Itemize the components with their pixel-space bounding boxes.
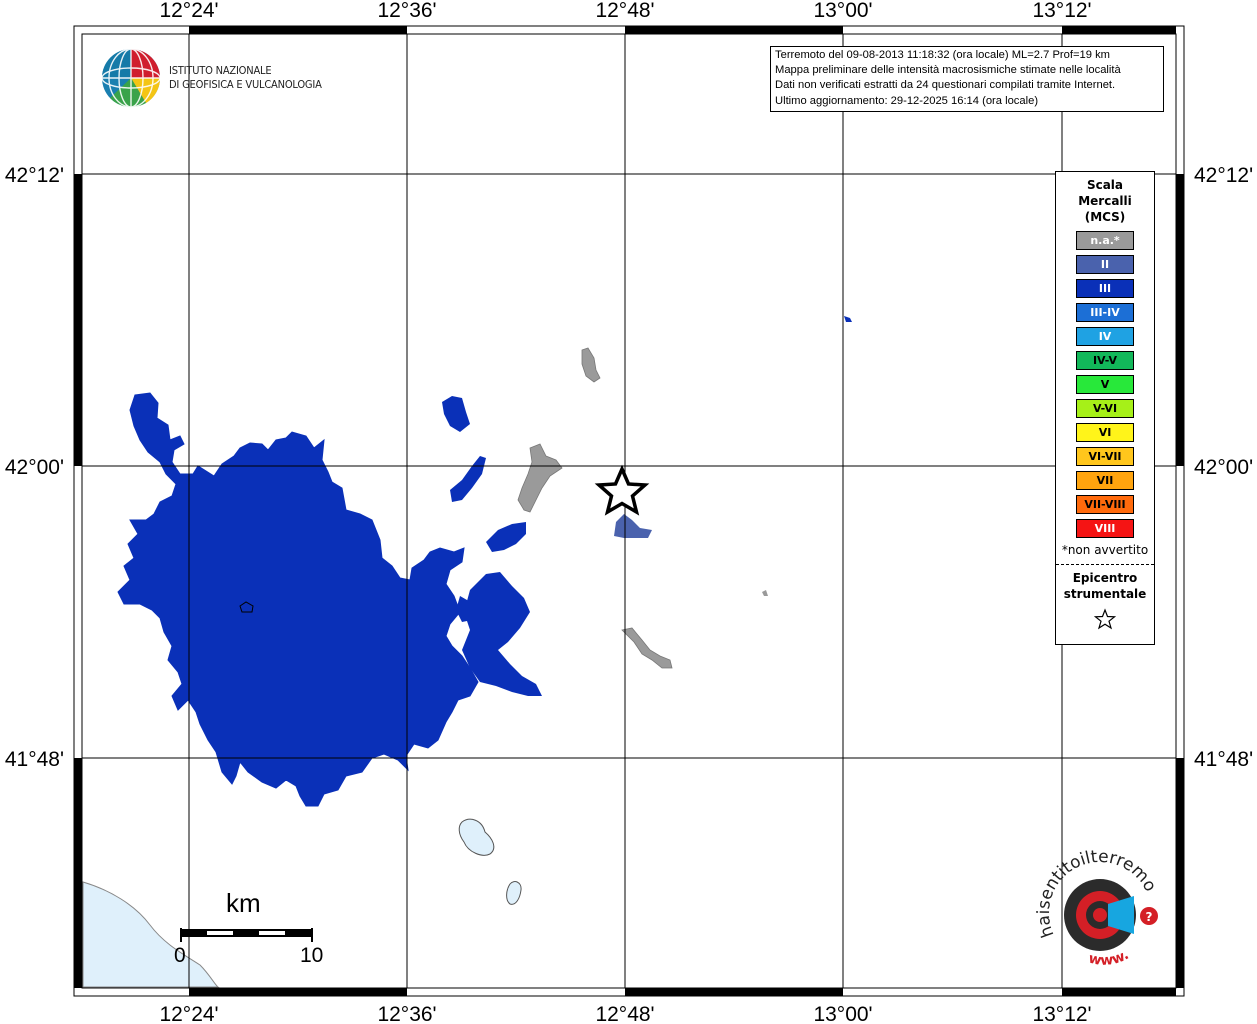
- lat-label-left-2: 42°00': [5, 456, 64, 479]
- event-info-box: Terremoto del 09-08-2013 11:18:32 (ora l…: [770, 46, 1164, 112]
- epicenter-star-icon: [594, 464, 650, 516]
- na-area-3: [621, 627, 673, 669]
- legend-item: III: [1076, 279, 1134, 298]
- scale-bar-end: 10: [300, 944, 324, 967]
- legend-item: VII-VIII: [1076, 495, 1134, 514]
- na-area-4: [762, 590, 768, 596]
- scale-bar: [180, 928, 313, 942]
- ingv-logo-text: ISTITUTO NAZIONALE DI GEOFISICA E VULCAN…: [169, 64, 322, 92]
- lat-labels-right: 42°12' 42°00' 41°48': [1194, 164, 1253, 771]
- lon-label-top-1: 12°24': [159, 0, 218, 22]
- logo-line-2: DI GEOFISICA E VULCANOLOGIA: [169, 78, 322, 91]
- legend-item: V: [1076, 375, 1134, 394]
- legend-title-line-3: (MCS): [1084, 210, 1126, 224]
- lon-label-bottom-1: 12°24': [159, 1003, 218, 1024]
- intensity-legend: Scala Mercalli (MCS) n.a.* II III III-IV IV I…: [1055, 171, 1155, 645]
- intensity-area-finger1: [442, 396, 470, 432]
- lake-2: [506, 881, 522, 905]
- lon-label-bottom-5: 13°12': [1032, 1003, 1091, 1024]
- lat-label-left-1: 42°12': [5, 164, 64, 187]
- legend-item: IV: [1076, 327, 1134, 346]
- lon-label-bottom-4: 13°00': [813, 1003, 872, 1024]
- legend-item: VI-VII: [1076, 447, 1134, 466]
- lon-label-top-3: 12°48': [595, 0, 654, 22]
- info-line-4: Ultimo aggiornamento: 29-12-2025 16:14 (…: [775, 94, 1039, 107]
- lat-labels-left: 42°12' 42°00' 41°48': [5, 164, 64, 771]
- legend-items: n.a.* II III III-IV IV IV-V V V-VI VI VI-VII VII VI…: [1056, 231, 1154, 538]
- legend-item: VI: [1076, 423, 1134, 442]
- info-line-1: Terremoto del 09-08-2013 11:18:32 (ora l…: [775, 49, 1110, 61]
- lon-label-top-2: 12°36': [377, 0, 436, 22]
- legend-epicenter-line-2: strumentale: [1063, 587, 1147, 601]
- lat-label-right-2: 42°00': [1194, 456, 1253, 479]
- info-line-2: Mappa preliminare delle intensità macros…: [775, 64, 1121, 77]
- legend-item: n.a.*: [1076, 231, 1134, 250]
- lon-label-top-5: 13°12': [1032, 0, 1091, 22]
- intensity-area-ii: [614, 514, 652, 538]
- legend-item: V-VI: [1076, 399, 1134, 418]
- haisentito-badge-icon: ? haisentitoilterremoto.it www.: [0, 0, 1160, 969]
- legend-star-icon: [1056, 608, 1154, 634]
- info-line-3: Dati non verificati estratti da 24 quest…: [775, 79, 1116, 92]
- lon-labels-top: 12°24' 12°36' 12°48' 13°00' 13°12': [159, 0, 1091, 22]
- lon-labels-bottom: 12°24' 12°36' 12°48' 13°00' 13°12': [159, 1003, 1091, 1024]
- intensity-area-small: [844, 316, 852, 322]
- lake-1: [458, 818, 495, 856]
- na-area-2: [517, 443, 563, 513]
- ingv-logo-icon: [101, 48, 161, 108]
- legend-epicenter-label: Epicentro strumentale: [1056, 570, 1154, 602]
- scale-bar-start: 0: [174, 944, 186, 967]
- intensity-area-rome: [117, 392, 479, 807]
- lat-label-right-1: 42°12': [1194, 164, 1253, 187]
- legend-item: IV-V: [1076, 351, 1134, 370]
- lon-label-bottom-3: 12°48': [595, 1003, 654, 1024]
- legend-item: III-IV: [1076, 303, 1134, 322]
- logo-line-1: ISTITUTO NAZIONALE: [169, 64, 272, 77]
- legend-item: II: [1076, 255, 1134, 274]
- na-area-1: [581, 347, 601, 383]
- legend-title: Scala Mercalli (MCS): [1056, 177, 1154, 225]
- legend-title-line-1: Scala: [1086, 178, 1124, 192]
- legend-item: VIII: [1076, 519, 1134, 538]
- lat-label-right-3: 41°48': [1194, 748, 1253, 771]
- legend-note: *non avvertito: [1061, 543, 1149, 557]
- scale-bar-unit: km: [226, 888, 261, 918]
- legend-separator: [1056, 564, 1154, 565]
- legend-item: VII: [1076, 471, 1134, 490]
- lon-label-top-4: 13°00': [813, 0, 872, 22]
- intensity-area-finger2: [450, 456, 486, 502]
- legend-epicenter-line-1: Epicentro: [1072, 571, 1138, 585]
- lon-label-bottom-2: 12°36': [377, 1003, 436, 1024]
- intensity-area-finger3: [486, 522, 526, 552]
- svg-text:?: ?: [1146, 910, 1153, 924]
- legend-title-line-2: Mercalli: [1078, 194, 1132, 208]
- lat-label-left-3: 41°48': [5, 748, 64, 771]
